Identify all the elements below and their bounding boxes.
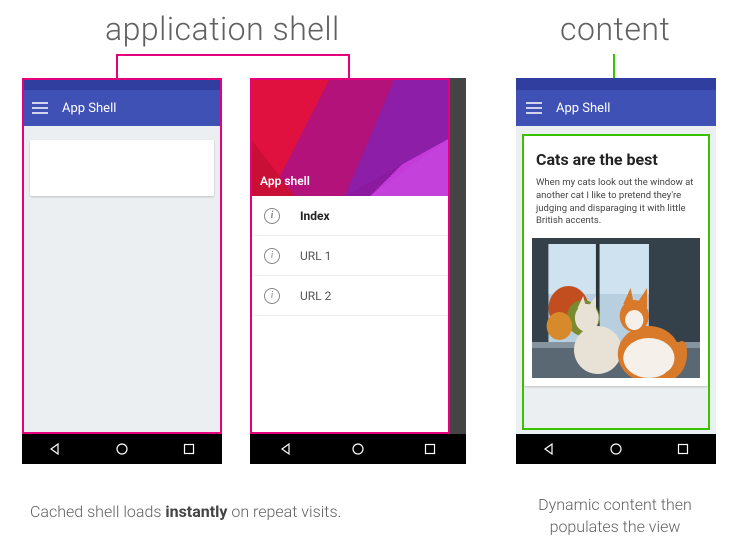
- info-icon: i: [264, 288, 280, 304]
- home-icon[interactable]: [609, 442, 623, 456]
- content-title: Cats are the best: [524, 136, 708, 177]
- heading-content: content: [560, 10, 670, 48]
- drawer-item-label: Index: [300, 209, 330, 223]
- recent-icon[interactable]: [676, 442, 690, 456]
- drawer-item-label: URL 2: [300, 289, 331, 303]
- drawer-item-url2[interactable]: i URL 2: [250, 276, 450, 316]
- recent-icon[interactable]: [182, 442, 196, 456]
- caption-text: Cached shell loads: [30, 502, 165, 521]
- bracket-appshell: [116, 54, 118, 78]
- app-bar: App Shell: [22, 90, 222, 126]
- status-bar: [516, 78, 716, 90]
- appbar-title: App Shell: [556, 101, 610, 116]
- phone-appshell-drawer: App shell i Index i URL 1 i URL 2: [250, 78, 450, 464]
- info-icon: i: [264, 208, 280, 224]
- drawer-item-label: URL 1: [300, 249, 331, 263]
- content-body: When my cats look out the window at anot…: [524, 177, 708, 238]
- back-icon[interactable]: [48, 442, 62, 456]
- back-icon[interactable]: [279, 442, 293, 456]
- home-icon[interactable]: [115, 442, 129, 456]
- caption-appshell: Cached shell loads instantly on repeat v…: [30, 502, 341, 521]
- android-nav-bar: [516, 434, 716, 464]
- drawer-hero: App shell: [250, 78, 450, 196]
- home-icon[interactable]: [351, 442, 365, 456]
- empty-card-placeholder: [30, 140, 214, 196]
- phone-appshell-empty: App Shell: [22, 78, 222, 464]
- drawer-hero-title: App shell: [260, 174, 310, 188]
- content-photo-cats: [532, 238, 700, 378]
- status-bar: [22, 78, 222, 90]
- drawer-backdrop: [450, 78, 466, 434]
- drawer-nav-list: i Index i URL 1 i URL 2: [250, 196, 450, 316]
- content-card: Cats are the best When my cats look out …: [524, 136, 708, 386]
- drawer-item-url1[interactable]: i URL 1: [250, 236, 450, 276]
- bracket-appshell: [116, 54, 350, 56]
- info-icon: i: [264, 248, 280, 264]
- phone-content: App Shell Cats are the best When my cats…: [516, 78, 716, 464]
- android-nav-bar: [250, 434, 466, 464]
- heading-application-shell: application shell: [105, 10, 340, 48]
- hamburger-icon[interactable]: [32, 102, 48, 114]
- caption-text-bold: instantly: [165, 502, 227, 521]
- hamburger-icon[interactable]: [526, 102, 542, 114]
- app-bar: App Shell: [516, 90, 716, 126]
- caption-content: Dynamic content then populates the view: [510, 494, 720, 539]
- recent-icon[interactable]: [423, 442, 437, 456]
- bracket-appshell: [348, 54, 350, 78]
- back-icon[interactable]: [542, 442, 556, 456]
- caption-text: on repeat visits.: [227, 502, 341, 521]
- appbar-title: App Shell: [62, 101, 116, 116]
- android-nav-bar: [22, 434, 222, 464]
- drawer-item-index[interactable]: i Index: [250, 196, 450, 236]
